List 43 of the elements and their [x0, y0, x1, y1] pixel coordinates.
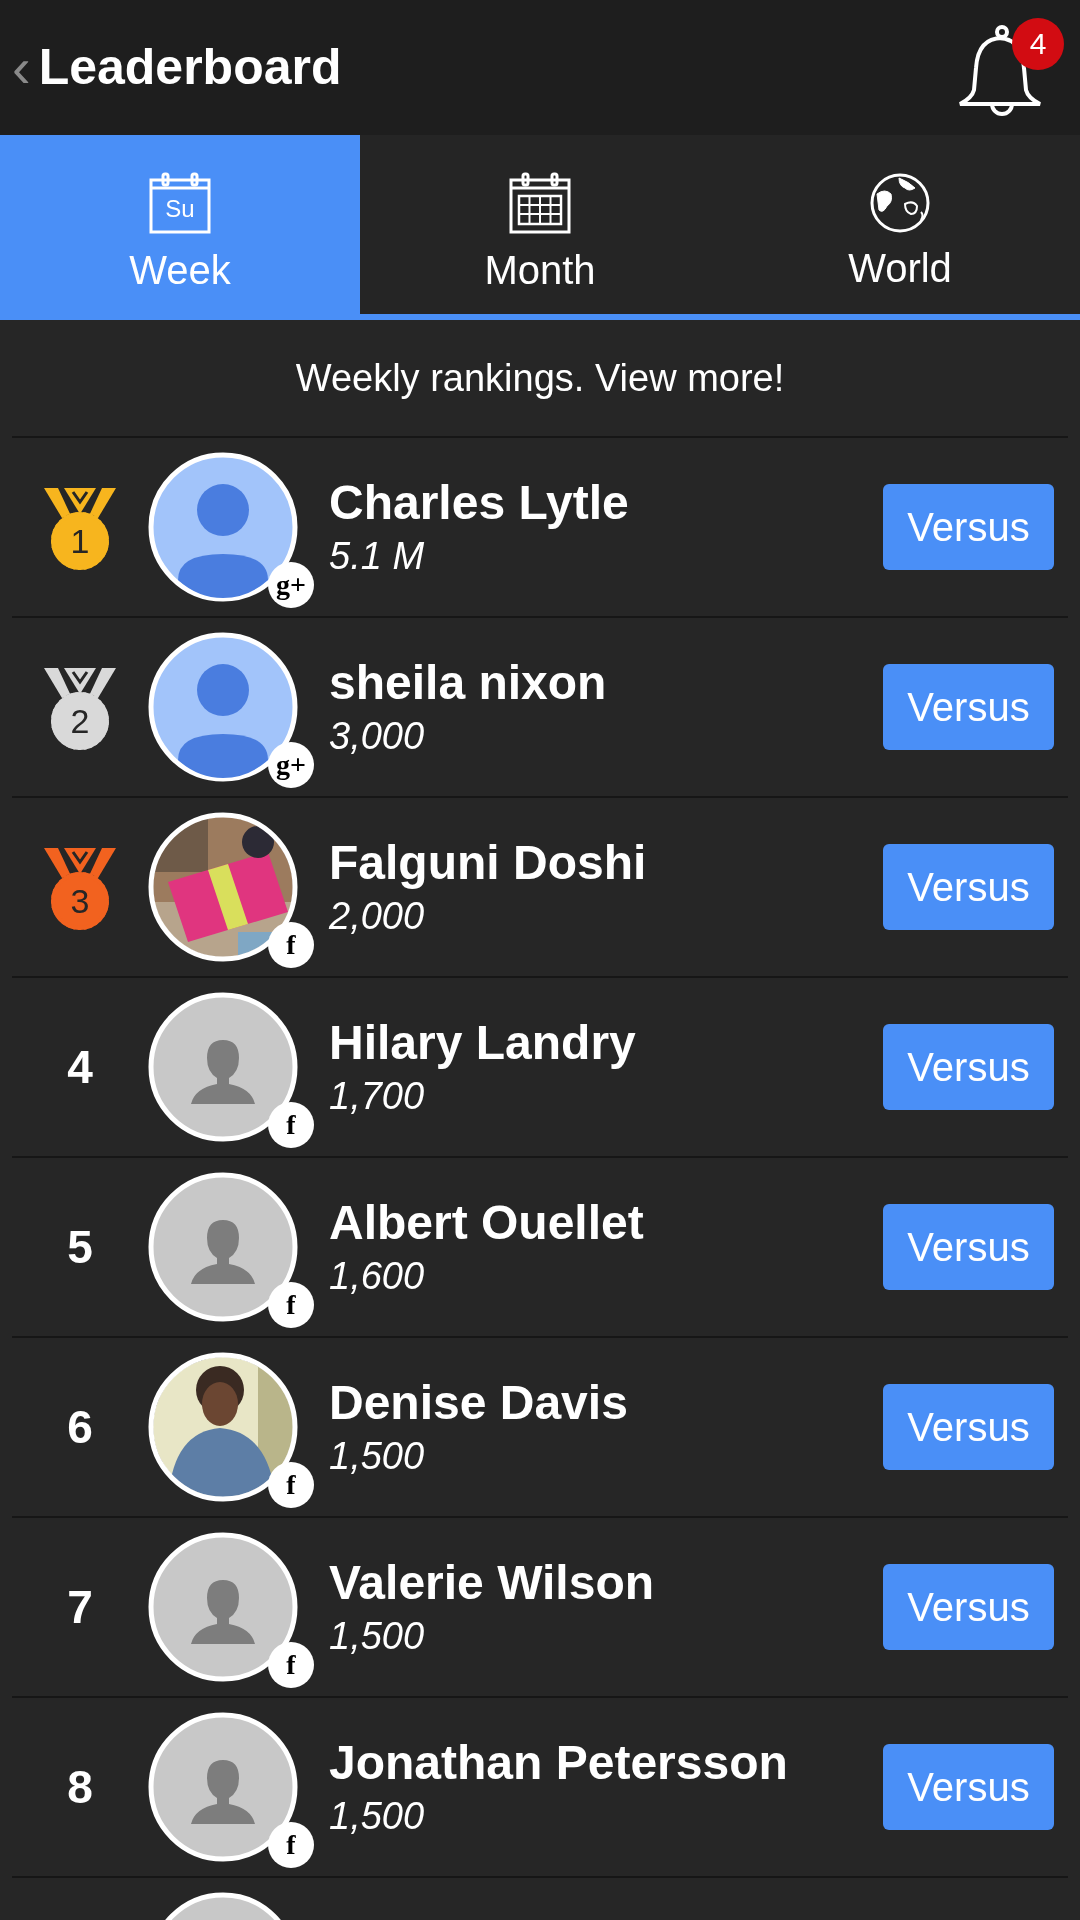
- player-name: Albert Ouellet: [329, 1199, 645, 1247]
- versus-button[interactable]: Versus: [883, 1564, 1054, 1650]
- network-badge: f: [268, 1282, 314, 1328]
- globe-icon: [869, 171, 931, 234]
- network-badge: f: [268, 1462, 314, 1508]
- network-badge: f: [268, 1102, 314, 1148]
- versus-button[interactable]: Versus: [883, 1744, 1054, 1830]
- player-score: 3,000: [329, 717, 426, 755]
- player-name: Charles Lytle: [329, 479, 630, 527]
- network-badge: f: [268, 1642, 314, 1688]
- player-score: 1,700: [329, 1077, 426, 1115]
- versus-button[interactable]: Versus: [883, 484, 1054, 570]
- player-score: 5.1 M: [329, 537, 426, 575]
- back-button[interactable]: ‹: [12, 39, 31, 96]
- notifications-button[interactable]: 4: [954, 7, 1064, 128]
- player-name: Jonathan Petersson: [329, 1739, 789, 1787]
- network-badge: g+: [268, 742, 314, 788]
- versus-button[interactable]: Versus: [883, 1384, 1054, 1470]
- versus-button[interactable]: Versus: [883, 1024, 1054, 1110]
- rank-number: 8: [67, 1759, 93, 1815]
- versus-button[interactable]: Versus: [883, 1204, 1054, 1290]
- player-name: Valerie Wilson: [329, 1559, 656, 1607]
- player-name: Denise Davis: [329, 1379, 629, 1427]
- rank-number: 5: [67, 1219, 93, 1275]
- network-badge: g+: [268, 562, 314, 608]
- network-badge: f: [268, 922, 314, 968]
- player-name: Falguni Doshi: [329, 839, 648, 887]
- player-score: 1,500: [329, 1617, 426, 1655]
- player-score: 1,600: [329, 1257, 426, 1295]
- player-score: 2,000: [329, 897, 426, 935]
- rank-number: 4: [67, 1039, 93, 1095]
- player-score: 1,500: [329, 1437, 426, 1475]
- tab[interactable]: Su Week: [0, 135, 360, 314]
- versus-button[interactable]: Versus: [883, 664, 1054, 750]
- player-score: 1,500: [329, 1797, 426, 1835]
- versus-button[interactable]: Versus: [883, 844, 1054, 930]
- rank-number: 6: [67, 1399, 93, 1455]
- player-name: sheila nixon: [329, 659, 608, 707]
- rank-number: 7: [67, 1579, 93, 1635]
- page-title: Leaderboard: [38, 38, 342, 97]
- rankings-link[interactable]: Weekly rankings. View more!: [295, 349, 785, 407]
- network-badge: f: [268, 1822, 314, 1868]
- player-name: Hilary Landry: [329, 1019, 637, 1067]
